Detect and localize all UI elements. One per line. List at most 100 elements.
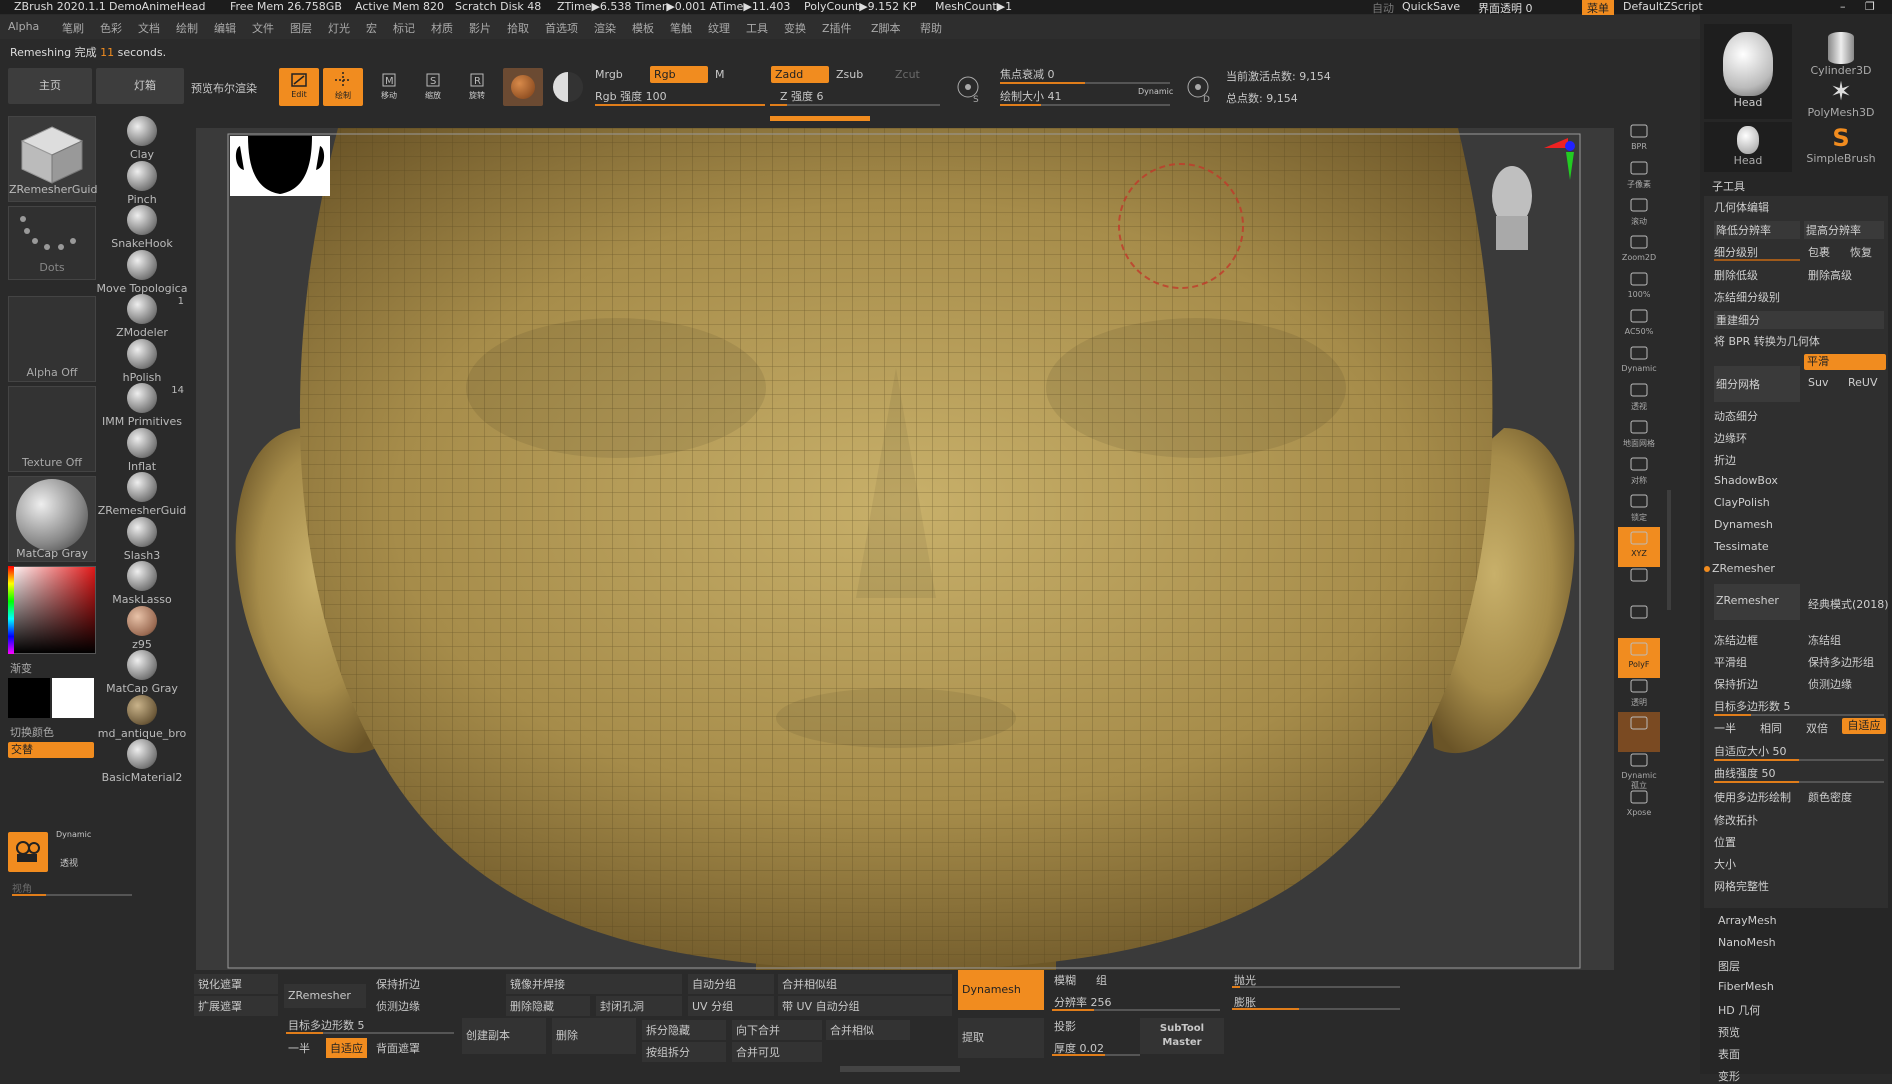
lower-res-button[interactable]: 降低分辨率 bbox=[1714, 221, 1800, 239]
right-shelf-button[interactable]: Xpose bbox=[1618, 786, 1660, 826]
sdiv-slider[interactable]: 细分级别 bbox=[1714, 244, 1758, 260]
menu-item[interactable]: 文档 bbox=[138, 20, 160, 36]
menu-item[interactable]: 文件 bbox=[252, 20, 274, 36]
secondary-color-swatch[interactable] bbox=[52, 678, 94, 718]
keep-groups-toggle[interactable]: 保持多边形组 bbox=[1808, 654, 1874, 670]
cage-button[interactable]: 包裹 bbox=[1808, 244, 1830, 260]
edge-loop-section[interactable]: 边缘环 bbox=[1714, 430, 1747, 446]
brush-item[interactable]: Inflat bbox=[92, 427, 192, 473]
tessimate-section[interactable]: Tessimate bbox=[1714, 540, 1769, 553]
delete-subtool-button[interactable]: 删除 bbox=[552, 1018, 636, 1054]
default-zscript-button[interactable]: DefaultZScript bbox=[1623, 0, 1703, 13]
right-shelf-scrollbar[interactable] bbox=[1667, 490, 1671, 610]
merge-down-button[interactable]: 向下合并 bbox=[732, 1020, 822, 1040]
suv-toggle[interactable]: Suv bbox=[1808, 376, 1828, 389]
focal-shift-slider[interactable] bbox=[1000, 82, 1170, 84]
right-shelf-button[interactable]: Zoom2D bbox=[1618, 231, 1660, 271]
menu-item[interactable]: 材质 bbox=[431, 20, 453, 36]
brush-item[interactable]: hPolish bbox=[92, 338, 192, 384]
double-button[interactable]: 双倍 bbox=[1806, 720, 1828, 736]
restore-icon[interactable]: ❐ bbox=[1865, 0, 1875, 13]
menu-item[interactable]: Z插件 bbox=[822, 20, 852, 36]
smooth-toggle[interactable]: 平滑 bbox=[1804, 354, 1886, 370]
target-polycount-track[interactable] bbox=[1714, 714, 1884, 716]
project-toggle[interactable]: 投影 bbox=[1050, 1016, 1080, 1036]
delete-hidden-button[interactable]: 删除隐藏 bbox=[506, 996, 590, 1016]
sharpen-mask-button[interactable]: 锐化遮罩 bbox=[194, 974, 278, 994]
fibermesh-section[interactable]: FiberMesh bbox=[1718, 980, 1774, 993]
perspective-toggle[interactable]: 透视 bbox=[60, 856, 78, 869]
right-shelf-button[interactable]: XYZ bbox=[1618, 527, 1660, 567]
navigation-head-icon[interactable] bbox=[1492, 138, 1575, 250]
alternate-toggle[interactable]: 交替 bbox=[8, 742, 94, 758]
freeze-subdiv-button[interactable]: 冻结细分级别 bbox=[1714, 289, 1780, 305]
backface-mask-toggle[interactable]: 背面遮罩 bbox=[372, 1038, 424, 1058]
dynamic-size-toggle[interactable]: Dynamic bbox=[1138, 87, 1173, 96]
create-duplicate-button[interactable]: 创建副本 bbox=[462, 1018, 546, 1054]
right-shelf-button[interactable]: Dynamic bbox=[1618, 342, 1660, 382]
brush-item[interactable]: Clay bbox=[92, 116, 192, 161]
tool-thumb-simplebrush[interactable]: S SimpleBrush bbox=[1798, 124, 1884, 165]
right-shelf-button[interactable]: 地面网格 bbox=[1618, 416, 1660, 456]
uv-groups-button[interactable]: UV 分组 bbox=[688, 996, 774, 1016]
menu-item[interactable]: Z脚本 bbox=[871, 20, 901, 36]
merge-visible-button[interactable]: 合并可见 bbox=[732, 1042, 822, 1062]
home-button[interactable]: 主页 bbox=[8, 68, 92, 104]
nanomesh-section[interactable]: NanoMesh bbox=[1718, 936, 1776, 949]
layers-section[interactable]: 图层 bbox=[1718, 958, 1740, 974]
menu-button[interactable]: 菜单 bbox=[1582, 0, 1614, 16]
right-shelf-button[interactable]: PolyF bbox=[1618, 638, 1660, 678]
rgb-intensity-slider[interactable] bbox=[595, 104, 765, 106]
claypolish-section[interactable]: ClayPolish bbox=[1714, 496, 1770, 509]
quicksave-button[interactable]: QuickSave bbox=[1402, 0, 1460, 13]
menu-item[interactable]: 绘制 bbox=[176, 20, 198, 36]
auto-groups-button[interactable]: 自动分组 bbox=[688, 974, 774, 994]
lightbox-button[interactable]: 灯箱 bbox=[96, 68, 184, 104]
brush-item[interactable]: BasicMaterial2 bbox=[92, 739, 192, 784]
menu-item[interactable]: 宏 bbox=[366, 20, 377, 36]
brush-item[interactable]: z95 bbox=[92, 605, 192, 651]
half-button[interactable]: 一半 bbox=[1714, 720, 1736, 736]
menu-item[interactable]: 编辑 bbox=[214, 20, 236, 36]
preview-section[interactable]: 预览 bbox=[1718, 1024, 1740, 1040]
groups-split-button[interactable]: 按组拆分 bbox=[642, 1042, 726, 1062]
surface-section[interactable]: 表面 bbox=[1718, 1046, 1740, 1062]
menu-item[interactable]: 笔触 bbox=[670, 20, 692, 36]
right-shelf-button[interactable] bbox=[1618, 564, 1660, 604]
current-tool-slot[interactable]: ZRemesherGuid bbox=[8, 116, 97, 202]
crease-section[interactable]: 折边 bbox=[1714, 452, 1736, 468]
target-polycount-quick-track[interactable] bbox=[286, 1032, 454, 1034]
zremesher-button[interactable]: ZRemesher bbox=[1714, 584, 1800, 620]
menu-item[interactable]: 模板 bbox=[632, 20, 654, 36]
freeze-border-toggle[interactable]: 冻结边框 bbox=[1714, 632, 1758, 648]
size-section[interactable]: 大小 bbox=[1714, 856, 1736, 872]
right-shelf-button[interactable]: 透视 bbox=[1618, 379, 1660, 419]
right-shelf-button[interactable]: AC50% bbox=[1618, 305, 1660, 345]
hd-geometry-section[interactable]: HD 几何 bbox=[1718, 1002, 1760, 1018]
menu-item[interactable]: 拾取 bbox=[507, 20, 529, 36]
reconstruct-subdiv-button[interactable]: 重建细分 bbox=[1714, 311, 1884, 329]
head-mesh-viewport[interactable] bbox=[196, 128, 1614, 970]
extract-button[interactable]: 提取 bbox=[958, 1018, 1044, 1058]
del-higher-button[interactable]: 删除高级 bbox=[1808, 267, 1852, 283]
rotate-button[interactable]: R 旋转 bbox=[457, 68, 497, 106]
gradient-ball-icon[interactable] bbox=[553, 72, 583, 102]
zcut-toggle[interactable]: Zcut bbox=[895, 68, 920, 81]
tool-thumb-head[interactable]: Head bbox=[1704, 24, 1792, 119]
zsub-toggle[interactable]: Zsub bbox=[836, 68, 863, 81]
right-shelf-button[interactable]: 100% bbox=[1618, 268, 1660, 308]
menu-item[interactable]: 色彩 bbox=[100, 20, 122, 36]
sdiv-slider-track[interactable] bbox=[1714, 259, 1800, 261]
menu-item[interactable]: 首选项 bbox=[545, 20, 578, 36]
mirror-weld-button[interactable]: 镜像并焊接 bbox=[506, 974, 682, 994]
right-shelf-button[interactable]: BPR bbox=[1618, 120, 1660, 160]
subtool-section[interactable]: 子工具 bbox=[1712, 178, 1745, 194]
brush-item[interactable]: Pinch bbox=[92, 160, 192, 206]
focal-shift-icon[interactable]: S bbox=[955, 74, 985, 104]
brush-item[interactable]: Slash3 bbox=[92, 516, 192, 562]
zremesher-section-header[interactable]: ZRemesher bbox=[1712, 562, 1775, 575]
auto-uv-groups-button[interactable]: 带 UV 自动分组 bbox=[778, 996, 952, 1016]
menu-item[interactable]: 灯光 bbox=[328, 20, 350, 36]
document-canvas[interactable] bbox=[196, 128, 1614, 970]
restore-button[interactable]: 恢复 bbox=[1850, 244, 1872, 260]
